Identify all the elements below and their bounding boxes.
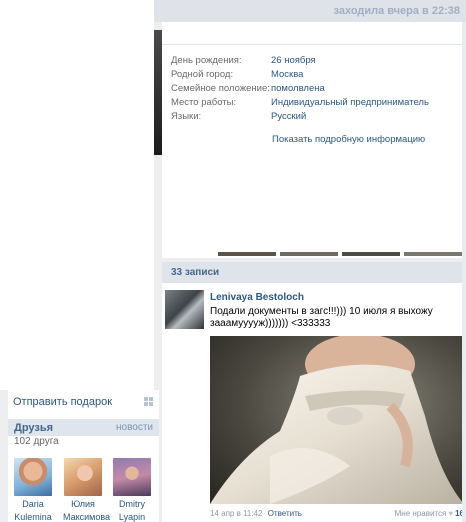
friend-last-name[interactable]: Kulemina	[13, 512, 53, 522]
friend-last-name[interactable]: Максимова	[63, 512, 110, 522]
wall-post: Lenivaya Bestoloch Подали документы в за…	[162, 283, 466, 522]
divider	[162, 44, 466, 45]
friend-first-name[interactable]: Юлия	[63, 499, 103, 509]
info-label: День рождения:	[171, 55, 242, 66]
friend-first-name[interactable]: Dmitry	[112, 499, 152, 509]
friend-avatar[interactable]	[64, 458, 102, 496]
friends-title[interactable]: Друзья	[14, 422, 53, 434]
like-button[interactable]: Мне нравится ♥ 16	[395, 509, 464, 518]
friend-item[interactable]: Юлия Максимова	[63, 458, 110, 522]
left-sidebar: Отправить подарок Друзья новости 102 дру…	[8, 390, 159, 522]
profile-info-card: День рождения: 26 ноября Родной город: М…	[162, 22, 466, 252]
like-label[interactable]: Мне нравится	[395, 509, 447, 518]
post-date[interactable]: 14 апр в 11:42	[210, 509, 262, 518]
info-label: Семейное положение:	[171, 83, 270, 94]
strip-photo[interactable]	[280, 252, 338, 256]
strip-photo[interactable]	[218, 252, 276, 256]
left-column-blank	[0, 0, 154, 390]
heart-icon[interactable]: ♥	[448, 509, 453, 518]
send-gift-label[interactable]: Отправить подарок	[13, 396, 112, 408]
post-author-avatar[interactable]	[165, 290, 204, 329]
reply-link[interactable]: Ответить	[268, 509, 302, 518]
post-date-meta: 14 апр в 11:42 Ответить	[210, 509, 302, 518]
info-value-link[interactable]: помолвлена	[271, 83, 325, 94]
info-value-link[interactable]: Русский	[271, 111, 306, 122]
info-value-link[interactable]: 26 ноября	[271, 55, 316, 66]
strip-photo[interactable]	[342, 252, 400, 256]
info-label: Языки:	[171, 111, 202, 122]
friend-last-name[interactable]: Lyapin	[112, 512, 152, 522]
friend-avatar[interactable]	[113, 458, 151, 496]
gift-grid-icon	[144, 397, 153, 406]
info-value-link[interactable]: Москва	[271, 69, 303, 80]
photo-strip	[162, 252, 466, 258]
wall-title[interactable]: 33 записи	[171, 267, 219, 278]
friends-count[interactable]: 102 друга	[14, 436, 59, 447]
friends-header[interactable]: Друзья новости	[8, 419, 159, 436]
friend-item[interactable]: Daria Kulemina	[13, 458, 53, 522]
profile-photo-edge	[154, 30, 162, 155]
friends-news-link[interactable]: новости	[116, 422, 153, 433]
post-photo[interactable]	[210, 336, 464, 504]
strip-photo[interactable]	[404, 252, 462, 256]
info-label: Родной город:	[171, 69, 234, 80]
friend-first-name[interactable]: Daria	[13, 499, 53, 509]
friend-avatar[interactable]	[14, 458, 52, 496]
friend-item[interactable]: Dmitry Lyapin	[112, 458, 152, 522]
show-more-info-link[interactable]: Показать подробную информацию	[272, 134, 425, 145]
post-author-link[interactable]: Lenivaya Bestoloch	[210, 292, 304, 303]
info-value-link[interactable]: Индивидуальный предприниматель	[271, 97, 429, 108]
wall-header[interactable]: 33 записи	[162, 262, 466, 283]
top-bar: заходила вчера в 22:38	[154, 0, 466, 22]
last-seen-status: заходила вчера в 22:38	[333, 5, 460, 17]
send-gift-link[interactable]: Отправить подарок	[8, 394, 159, 412]
scrollbar-track[interactable]	[462, 22, 466, 522]
post-footer: 14 апр в 11:42 Ответить Мне нравится ♥ 16	[210, 509, 464, 521]
info-label: Место работы:	[171, 97, 237, 108]
wedding-dress-image	[210, 336, 464, 504]
post-text: Подали документы в загс!!!))) 10 июля я …	[210, 306, 433, 329]
